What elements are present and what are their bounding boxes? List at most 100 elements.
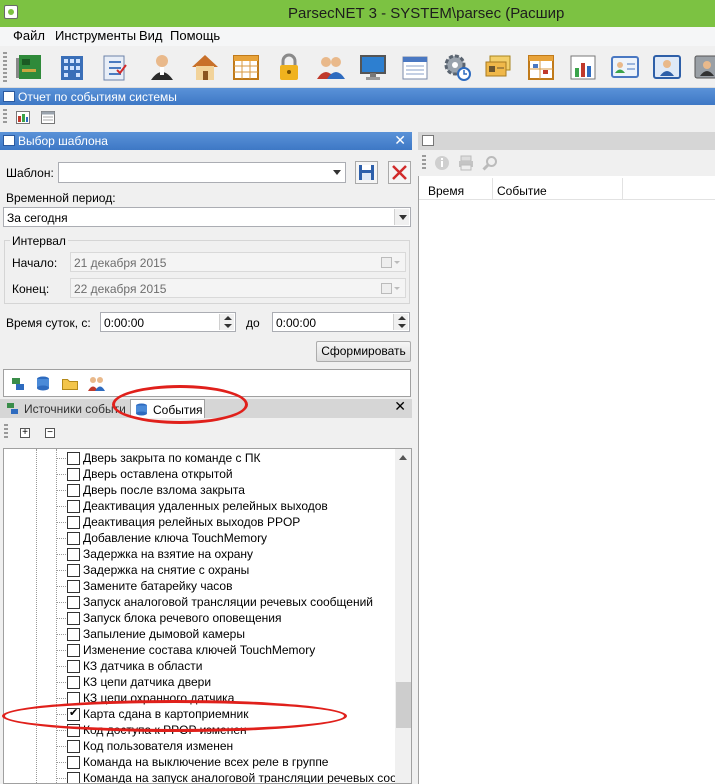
tree-item-checkbox[interactable] (67, 660, 80, 673)
tree-item-checkbox[interactable] (67, 596, 80, 609)
contact-icon[interactable] (692, 50, 715, 84)
tree-item[interactable]: Деактивация релейных выходов PPOP (4, 514, 399, 530)
calendar-icon[interactable] (398, 50, 432, 84)
tree-item[interactable]: Команда на запуск аналоговой трансляции … (4, 770, 404, 783)
print-icon[interactable] (458, 155, 474, 171)
monitor-icon[interactable] (356, 50, 390, 84)
tree-item[interactable]: КЗ цепи охранного датчика (4, 690, 399, 706)
tree-item-checkbox[interactable] (67, 724, 80, 737)
tree-item[interactable]: Запыление дымовой камеры (4, 626, 399, 642)
tree-item-checkbox[interactable] (67, 644, 80, 657)
tree-item[interactable]: КЗ датчика в области (4, 658, 399, 674)
cards-icon[interactable] (482, 50, 516, 84)
menu-file[interactable]: Файл (13, 28, 45, 43)
building-icon[interactable] (55, 50, 89, 84)
folder-icon[interactable] (62, 377, 78, 390)
time-to-input[interactable]: 0:00:00 (272, 312, 410, 332)
time-from-input[interactable]: 0:00:00 (100, 312, 236, 332)
tree-item[interactable]: Дверь оставлена открытой (4, 466, 399, 482)
tree-item-checkbox[interactable] (67, 706, 80, 721)
chart-icon[interactable] (566, 50, 600, 84)
tree-item[interactable]: Добавление ключа TouchMemory (4, 530, 399, 546)
menu-help[interactable]: Помощь (170, 28, 220, 43)
house-icon[interactable] (188, 50, 222, 84)
scroll-thumb[interactable] (396, 682, 411, 728)
id-card-user-icon[interactable] (650, 50, 684, 84)
tree-item-checkbox[interactable] (67, 628, 80, 641)
tree-item[interactable]: Команда на выключение всех реле в группе (4, 754, 399, 770)
tree-item-checkbox[interactable] (67, 564, 80, 577)
results-toolbar-grip[interactable] (422, 155, 426, 171)
tab-events[interactable]: События (130, 399, 205, 418)
tree-item[interactable]: КЗ цепи датчика двери (4, 674, 399, 690)
tree-item-checkbox[interactable] (67, 548, 80, 561)
tree-item-checkbox[interactable] (67, 452, 80, 465)
tree-scrollbar[interactable] (395, 449, 411, 783)
tree-item[interactable]: Карта сдана в картоприемник (4, 706, 399, 722)
tree-item-checkbox[interactable] (67, 756, 80, 769)
close-icon[interactable]: ✕ (394, 398, 406, 415)
tree-item[interactable]: Запуск блока речевого оповещения (4, 610, 399, 626)
events-tool-icon[interactable] (36, 376, 50, 391)
user-icon[interactable] (145, 50, 179, 84)
tree-item[interactable]: Код доступа к PPOP изменен (4, 722, 399, 738)
tree-item[interactable]: Задержка на взятие на охрану (4, 546, 399, 562)
tree-item-checkbox[interactable] (67, 740, 80, 753)
tree-item-checkbox[interactable] (67, 500, 80, 513)
expand-all-icon[interactable]: + (20, 428, 30, 438)
tree-item[interactable]: Изменение состава ключей TouchMemory (4, 642, 399, 658)
save-icon[interactable] (355, 161, 378, 184)
column-header-event[interactable]: Событие (497, 184, 547, 198)
checklist-icon[interactable] (97, 50, 131, 84)
tree-item[interactable]: Дверь закрыта по команде с ПК (4, 450, 399, 466)
tree-item-checkbox[interactable] (67, 676, 80, 689)
tree-item[interactable]: Замените батарейку часов (4, 578, 399, 594)
tree-item-checkbox[interactable] (67, 516, 80, 529)
tree-item-checkbox[interactable] (67, 772, 80, 783)
tree-item[interactable]: Деактивация удаленных релейных выходов (4, 498, 399, 514)
menu-tools[interactable]: Инструменты (55, 28, 136, 43)
sources-tool-icon[interactable] (11, 377, 25, 391)
info-icon[interactable] (434, 155, 450, 171)
report-toolbar-grip[interactable] (3, 109, 7, 125)
schedule-grid-icon[interactable] (524, 50, 558, 84)
end-date-picker[interactable]: 22 декабря 2015 (70, 278, 406, 298)
lock-icon[interactable] (272, 50, 306, 84)
gear-clock-icon[interactable] (440, 50, 474, 84)
tree-item-checkbox[interactable] (67, 532, 80, 545)
scroll-up-icon[interactable] (399, 455, 407, 460)
tree-item-checkbox[interactable] (67, 484, 80, 497)
close-icon[interactable]: ✕ (394, 132, 406, 149)
spinner-icon[interactable] (219, 314, 234, 330)
tree-item[interactable]: Код пользователя изменен (4, 738, 399, 754)
users-icon[interactable] (314, 50, 348, 84)
tree-item-checkbox[interactable] (67, 468, 80, 481)
spinner-icon[interactable] (393, 314, 408, 330)
period-select[interactable]: За сегодня (3, 207, 411, 227)
users-tool-icon[interactable] (88, 376, 105, 391)
menu-view[interactable]: Вид (139, 28, 163, 43)
tree-item-checkbox[interactable] (67, 692, 80, 705)
tree-item[interactable]: Запуск аналоговой трансляции речевых соо… (4, 594, 399, 610)
toolbar-grip[interactable] (3, 52, 7, 82)
tree-item-checkbox[interactable] (67, 612, 80, 625)
tree-item[interactable]: Дверь после взлома закрыта (4, 482, 399, 498)
delete-icon[interactable] (388, 161, 411, 184)
start-date-picker[interactable]: 21 декабря 2015 (70, 252, 406, 272)
tab-sources[interactable]: Источники событи (24, 402, 126, 416)
tree-item-checkbox[interactable] (67, 580, 80, 593)
column-divider[interactable] (492, 178, 493, 200)
template-select[interactable] (58, 162, 346, 183)
search-icon[interactable] (482, 155, 498, 171)
generate-button[interactable]: Сформировать (316, 341, 411, 362)
calendar-grid-icon[interactable] (229, 50, 263, 84)
app-icon[interactable] (4, 5, 18, 19)
report-calendar-icon[interactable] (41, 111, 55, 124)
tree-toolbar-grip[interactable] (4, 424, 8, 440)
report-template-icon[interactable] (16, 111, 30, 124)
column-header-time[interactable]: Время (428, 184, 464, 198)
id-card-icon[interactable] (608, 50, 642, 84)
column-divider[interactable] (622, 178, 623, 200)
network-card-icon[interactable] (12, 50, 46, 84)
tree-item[interactable]: Задержка на снятие с охраны (4, 562, 399, 578)
